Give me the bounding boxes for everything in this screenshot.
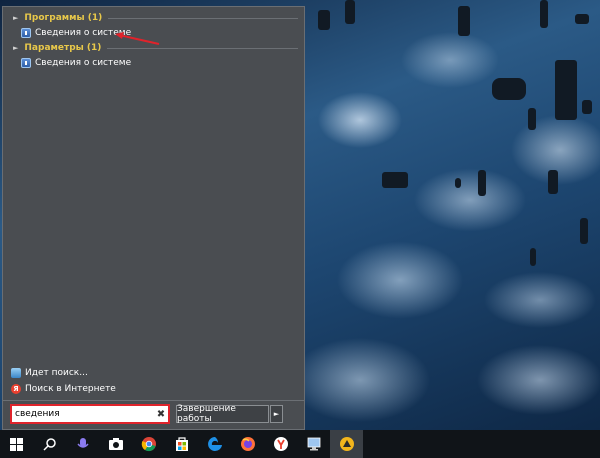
search-progress-icon [11,368,21,378]
yandex-icon: Я [11,384,21,394]
bottom-links: Идет поиск... Я Поиск в Интернете [11,365,116,397]
taskbar [0,430,600,458]
asteroid [575,14,589,24]
shutdown-options-button[interactable]: ► [270,405,283,423]
expand-arrow-icon: ► [13,14,19,22]
asteroid [555,60,577,120]
section-divider [107,47,298,49]
searching-status: Идет поиск... [11,365,116,381]
edge-icon [207,437,222,451]
firefox-icon [240,437,255,451]
web-search-link[interactable]: Я Поиск в Интернете [11,381,116,397]
searching-label: Идет поиск... [25,368,88,378]
taskbar-yandex-browser-button[interactable] [264,430,297,458]
search-icon [42,438,56,451]
asteroid [478,170,486,196]
asteroid [580,218,588,244]
system-info-icon [21,58,31,68]
yandex-browser-icon [273,437,288,451]
asteroid [458,6,470,36]
start-menu: ► Программы (1) Сведения о системе ► Пар… [2,6,305,430]
expand-arrow-icon: ► [13,44,19,52]
chrome-icon [141,437,156,452]
asteroid [548,170,558,194]
asteroid [382,172,408,188]
asteroid [318,10,330,30]
windows-start-icon [10,437,23,451]
asteroid [530,248,536,266]
section-divider [108,17,298,19]
taskbar-app-button[interactable] [330,430,363,458]
taskbar-chrome-button[interactable] [132,430,165,458]
asteroid [528,108,536,130]
taskbar-edge-button[interactable] [198,430,231,458]
system-info-icon [21,28,31,38]
taskbar-firefox-button[interactable] [231,430,264,458]
result-item-label: Сведения о системе [35,58,132,68]
settings-section-header[interactable]: ► Параметры (1) [13,41,298,55]
taskbar-camera-button[interactable] [99,430,132,458]
divider [3,400,304,401]
asteroid [455,178,461,188]
result-item-system-info-settings[interactable]: Сведения о системе [21,56,131,70]
store-icon [175,437,188,451]
taskbar-search-button[interactable] [33,430,66,458]
asteroid [582,100,592,114]
asteroid [345,0,355,24]
web-search-label: Поиск в Интернете [25,384,116,394]
system-info-icon [307,437,320,451]
search-box[interactable]: ✖ [10,404,170,424]
taskbar-store-button[interactable] [165,430,198,458]
shutdown-button[interactable]: Завершение работы [176,404,269,424]
clear-search-icon[interactable]: ✖ [154,409,168,420]
cortana-icon [76,438,89,448]
asteroid [492,78,526,100]
app-icon [339,437,354,451]
taskbar-system-info-button[interactable] [297,430,330,458]
asteroid [540,0,548,28]
programs-section-header[interactable]: ► Программы (1) [13,11,298,25]
taskbar-cortana-button[interactable] [66,430,99,458]
settings-header-label: Параметры (1) [24,43,102,53]
start-button[interactable] [0,430,33,458]
search-input[interactable] [12,407,154,421]
camera-icon [108,438,123,450]
programs-header-label: Программы (1) [24,13,103,23]
